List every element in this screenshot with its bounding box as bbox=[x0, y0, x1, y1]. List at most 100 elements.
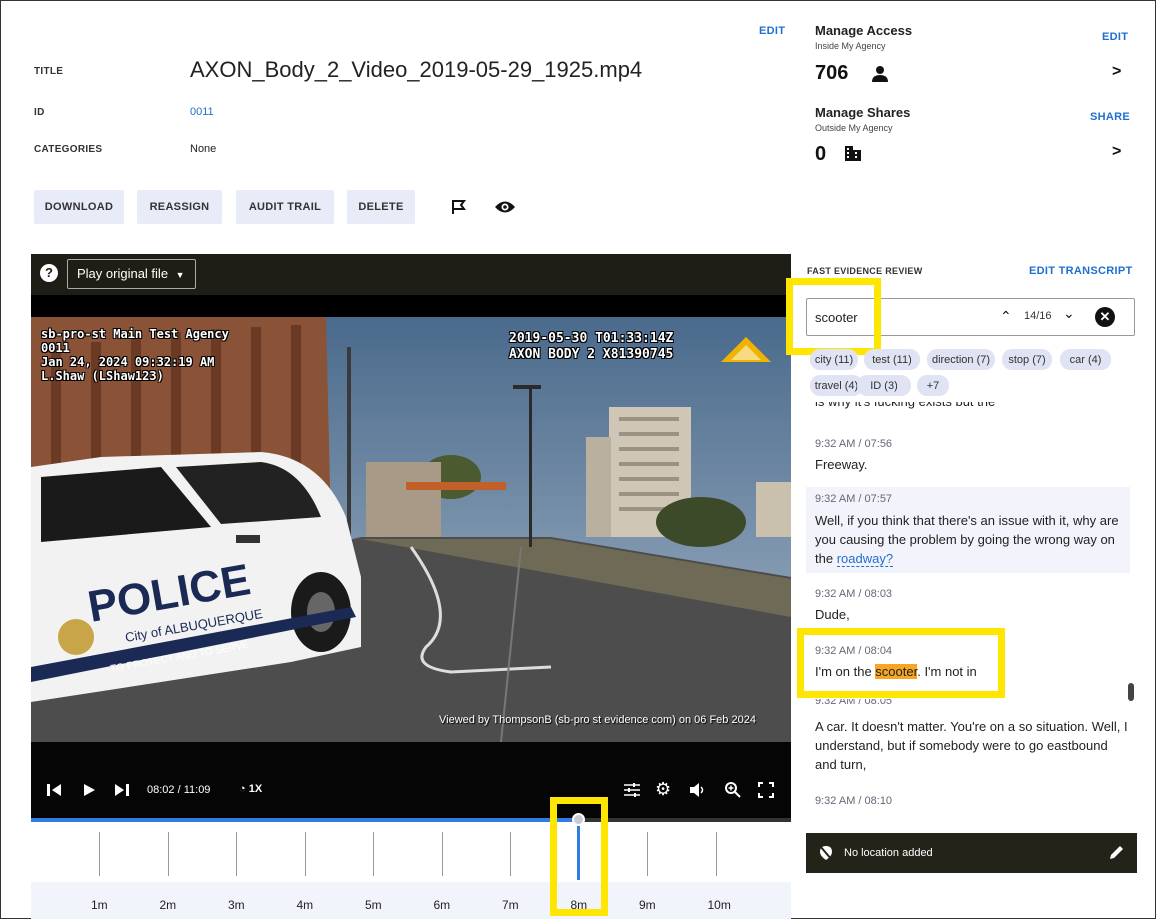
speed-control[interactable]: ◔ 1X bbox=[239, 783, 262, 795]
keyword-chip[interactable]: direction (7) bbox=[927, 349, 995, 370]
title-label: TITLE bbox=[34, 66, 64, 77]
keyword-chip[interactable]: car (4) bbox=[1060, 349, 1111, 370]
volume-icon[interactable] bbox=[689, 782, 707, 798]
speed-value: 1X bbox=[248, 783, 263, 795]
timeline-label-strip bbox=[31, 882, 791, 919]
id-link[interactable]: 0011 bbox=[190, 106, 214, 118]
entry-1-time[interactable]: 9:32 AM / 07:56 bbox=[815, 438, 892, 450]
match-counter: 14/16 bbox=[1024, 310, 1052, 322]
timeline-label: 6m bbox=[433, 898, 451, 912]
timeline[interactable]: 1m 2m 3m 4m 5m 6m 7m 8m 9m 10m bbox=[31, 822, 791, 919]
share-count: 0 bbox=[815, 143, 827, 165]
play-icon[interactable] bbox=[83, 784, 95, 796]
overlay-officer: L.Shaw (LShaw123) bbox=[41, 369, 164, 383]
current-time: 08:02 bbox=[147, 784, 175, 796]
next-match-icon[interactable]: ⌄ bbox=[1063, 305, 1075, 322]
timeline-tick bbox=[441, 832, 443, 876]
keyword-chip[interactable]: test (11) bbox=[864, 349, 920, 370]
video-letterbox bbox=[31, 295, 791, 317]
entry-2-link[interactable]: roadway? bbox=[836, 551, 894, 567]
play-original-label: Play original file bbox=[77, 266, 169, 281]
entry-6-time[interactable]: 9:32 AM / 08:10 bbox=[815, 795, 892, 807]
location-bar[interactable]: No location added bbox=[806, 833, 1137, 873]
entry-1-text: Freeway. bbox=[815, 457, 868, 472]
categories-value: None bbox=[190, 143, 217, 155]
entry-2-text: Well, if you think that there's an issue… bbox=[815, 511, 1127, 568]
duration: 11:09 bbox=[183, 784, 211, 796]
transcript-partial-line-clip: is why it's fucking exists but the bbox=[815, 402, 1125, 412]
keyword-chip[interactable]: travel (4) bbox=[810, 375, 863, 396]
timeline-label: 7m bbox=[502, 898, 519, 912]
timeline-label: 3m bbox=[228, 898, 245, 912]
edit-transcript-button[interactable]: EDIT TRANSCRIPT bbox=[1029, 265, 1133, 277]
timeline-tick bbox=[99, 832, 100, 876]
zoom-icon[interactable] bbox=[724, 781, 742, 799]
timeline-label: 2m bbox=[159, 898, 177, 912]
review-heading: FAST EVIDENCE REVIEW bbox=[807, 266, 923, 276]
overlay-left: sb-pro-st Main Test Agency 0011 Jan 24, … bbox=[41, 327, 229, 383]
transcript-scrollbar-thumb[interactable] bbox=[1128, 683, 1134, 701]
entry-5-text: A car. It doesn't matter. You're on a so… bbox=[815, 719, 1128, 772]
access-count: 706 bbox=[815, 62, 849, 84]
keyword-chip[interactable]: +7 bbox=[917, 375, 949, 396]
speed-gauge-icon: ◔ bbox=[239, 783, 246, 795]
keyword-chip[interactable]: stop (7) bbox=[1002, 349, 1052, 370]
overlay-id: 0011 bbox=[41, 341, 70, 355]
download-button[interactable]: DOWNLOAD bbox=[34, 190, 124, 224]
edit-location-pencil-icon[interactable] bbox=[1108, 844, 1125, 861]
timeline-tick bbox=[304, 832, 306, 876]
play-original-select[interactable]: Play original file ▼ bbox=[67, 259, 196, 289]
playhead-highlight-box bbox=[550, 797, 608, 916]
timeline-tick bbox=[373, 832, 374, 876]
prev-match-icon[interactable]: ⌃ bbox=[1000, 308, 1012, 325]
timeline-tick bbox=[167, 832, 169, 876]
timeline-label: 9m bbox=[639, 898, 656, 912]
keyword-chip[interactable]: city (11) bbox=[810, 349, 858, 370]
time-readout: 08:02 / 11:09 bbox=[147, 784, 210, 796]
timeline-label: 5m bbox=[365, 898, 382, 912]
page-title: AXON_Body_2_Video_2019-05-29_1925.mp4 bbox=[190, 57, 643, 82]
entry-3-time[interactable]: 9:32 AM / 08:03 bbox=[815, 588, 892, 600]
timeline-tick bbox=[510, 832, 511, 876]
overlay-datetime: Jan 24, 2024 09:32:19 AM bbox=[41, 355, 215, 369]
help-icon[interactable]: ? bbox=[40, 264, 58, 282]
adjust-icon[interactable] bbox=[623, 782, 641, 798]
shares-chevron-icon[interactable]: > bbox=[1112, 143, 1121, 161]
outside-agency-label: Outside My Agency bbox=[815, 123, 893, 133]
overlay-timestamp: 2019-05-30 T01:33:14Z bbox=[509, 331, 674, 346]
delete-button[interactable]: DELETE bbox=[347, 190, 415, 224]
flag-icon[interactable] bbox=[450, 198, 468, 216]
edit-title-button[interactable]: EDIT bbox=[759, 25, 785, 37]
settings-gear-icon[interactable]: ⚙ bbox=[655, 779, 671, 800]
location-off-icon bbox=[819, 845, 833, 861]
clear-search-icon[interactable]: ✕ bbox=[1095, 307, 1115, 327]
fullscreen-icon[interactable] bbox=[758, 782, 774, 798]
step-forward-icon[interactable] bbox=[113, 784, 129, 796]
entry-2-time[interactable]: 9:32 AM / 07:57 bbox=[815, 493, 892, 505]
audit-trail-button[interactable]: AUDIT TRAIL bbox=[236, 190, 334, 224]
step-back-icon[interactable] bbox=[47, 784, 63, 796]
timeline-tick bbox=[236, 832, 237, 876]
reassign-button[interactable]: REASSIGN bbox=[137, 190, 222, 224]
location-label: No location added bbox=[844, 847, 933, 859]
caret-down-icon: ▼ bbox=[175, 270, 185, 280]
edit-access-button[interactable]: EDIT bbox=[1102, 31, 1128, 43]
timeline-label: 4m bbox=[296, 898, 314, 912]
inside-agency-label: Inside My Agency bbox=[815, 41, 886, 51]
manage-access-heading: Manage Access bbox=[815, 23, 913, 38]
access-chevron-icon[interactable]: > bbox=[1112, 63, 1121, 81]
search-highlight-box bbox=[786, 278, 881, 355]
time-separator: / bbox=[177, 784, 181, 796]
player-controls bbox=[31, 742, 791, 818]
timeline-label: 10m bbox=[707, 898, 731, 912]
viewer-watermark: Viewed by ThompsonB (sb-pro st evidence … bbox=[439, 714, 756, 726]
timeline-label: 1m bbox=[91, 898, 108, 912]
transcript-partial-line: is why it's fucking exists but the bbox=[815, 402, 1125, 411]
match-highlight-box bbox=[797, 628, 1005, 698]
entry-5-time[interactable]: 9:32 AM / 08:05 bbox=[815, 699, 1125, 707]
keyword-chip[interactable]: ID (3) bbox=[857, 375, 911, 396]
eye-icon[interactable] bbox=[494, 199, 516, 215]
video-frame[interactable]: POLICE City of ALBUQUERQUE TO PROTECT AN… bbox=[31, 317, 791, 742]
entry-3-text: Dude, bbox=[815, 607, 850, 622]
share-button[interactable]: SHARE bbox=[1090, 111, 1130, 123]
